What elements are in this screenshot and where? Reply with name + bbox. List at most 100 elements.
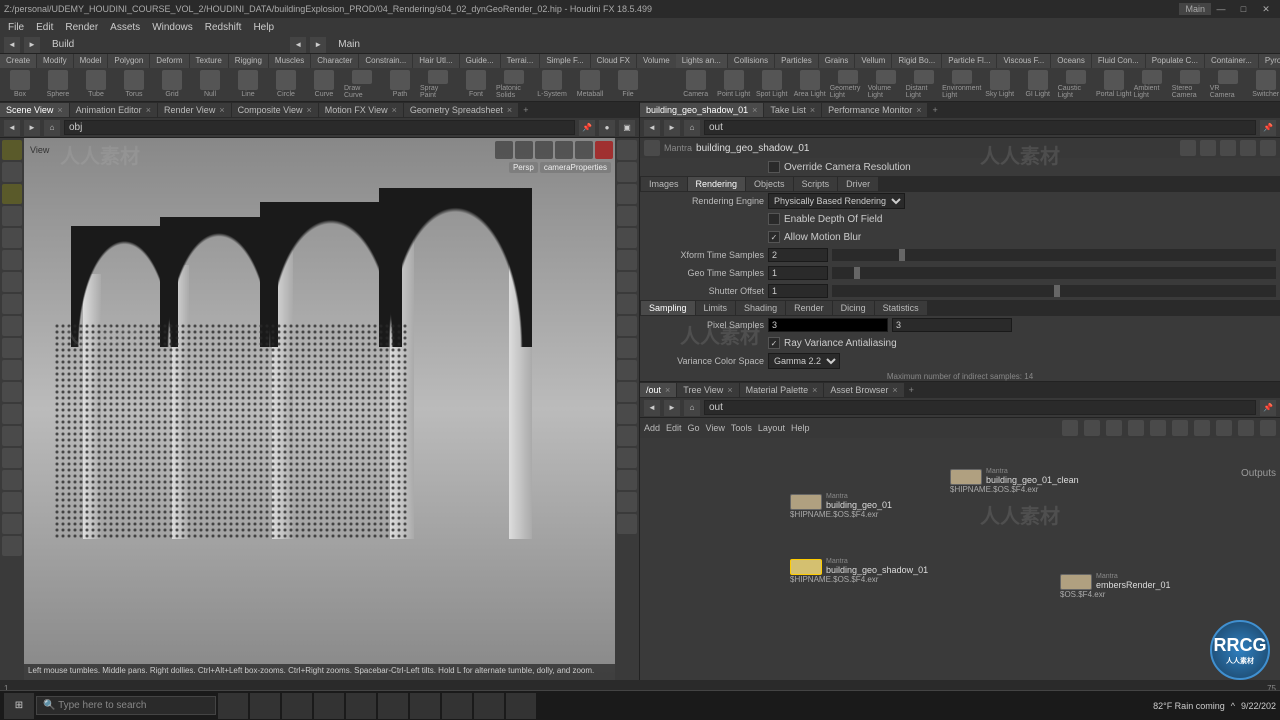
date-label[interactable]: 9/22/202 bbox=[1241, 701, 1276, 711]
display-opt17-icon[interactable] bbox=[617, 492, 637, 512]
pane-tab[interactable]: Scene View× bbox=[0, 103, 69, 117]
viewport[interactable]: View Persp cameraProperties bbox=[24, 138, 615, 680]
add-tab-icon[interactable]: + bbox=[519, 103, 532, 117]
shelf-tool[interactable]: Geometry Light bbox=[830, 70, 866, 99]
shelf-tool[interactable]: Draw Curve bbox=[344, 70, 380, 99]
shelf-tool[interactable]: Metaball bbox=[572, 70, 608, 99]
shelf-tool[interactable]: Camera bbox=[678, 70, 714, 99]
display-opt10-icon[interactable] bbox=[617, 338, 637, 358]
menu-help[interactable]: Help bbox=[249, 22, 278, 33]
select-tool-icon[interactable] bbox=[2, 140, 22, 160]
node-embers-render-01[interactable]: MantraembersRender_01 $OS.$F4.exr bbox=[1060, 573, 1171, 599]
shelf-tool[interactable]: Font bbox=[458, 70, 494, 99]
box-icon[interactable] bbox=[1216, 420, 1232, 436]
shutter-slider[interactable] bbox=[832, 285, 1276, 297]
main-label[interactable]: Main bbox=[330, 39, 368, 50]
display-opt11-icon[interactable] bbox=[617, 360, 637, 380]
grid2-icon[interactable] bbox=[1128, 420, 1144, 436]
shelf-tab[interactable]: Rigid Bo... bbox=[892, 54, 941, 68]
taskbar-app9[interactable] bbox=[474, 693, 504, 719]
taskbar-app5[interactable] bbox=[346, 693, 376, 719]
shelf-tool[interactable]: Path bbox=[382, 70, 418, 99]
taskbar-app6[interactable] bbox=[378, 693, 408, 719]
sub-tab[interactable]: Shading bbox=[736, 301, 785, 315]
shutter-input[interactable] bbox=[768, 284, 828, 298]
shelf-tool[interactable]: Curve bbox=[306, 70, 342, 99]
net-back-icon[interactable]: ◄ bbox=[644, 400, 660, 416]
pin-icon[interactable]: 📌 bbox=[579, 120, 595, 136]
wrench-icon[interactable] bbox=[1062, 420, 1078, 436]
pane-tab[interactable]: Take List× bbox=[764, 103, 821, 117]
shelf-tab[interactable]: Oceans bbox=[1051, 54, 1091, 68]
pane-tab[interactable]: Render View× bbox=[158, 103, 231, 117]
pixel-input1[interactable] bbox=[768, 318, 888, 332]
persp-badge[interactable]: Persp bbox=[509, 162, 538, 173]
shelf-tool[interactable]: Spray Paint bbox=[420, 70, 456, 99]
geo-slider[interactable] bbox=[832, 267, 1276, 279]
arrow2-icon[interactable] bbox=[515, 141, 533, 159]
record-icon[interactable] bbox=[595, 141, 613, 159]
shelf-tab[interactable]: Cloud FX bbox=[591, 54, 636, 68]
shelf-tab[interactable]: Terrai... bbox=[501, 54, 540, 68]
sub-tab[interactable]: Statistics bbox=[875, 301, 927, 315]
shelf-tab[interactable]: Grains bbox=[819, 54, 855, 68]
info-icon[interactable] bbox=[1240, 140, 1256, 156]
brush-tool-icon[interactable] bbox=[2, 184, 22, 204]
net-pin-icon[interactable]: 📌 bbox=[1260, 400, 1276, 416]
snap-curve-icon[interactable] bbox=[2, 382, 22, 402]
search2-icon[interactable] bbox=[1238, 420, 1254, 436]
snap-point-icon[interactable] bbox=[2, 360, 22, 380]
pane-tab[interactable]: Motion FX View× bbox=[319, 103, 403, 117]
shelf-tab[interactable]: Muscles bbox=[269, 54, 310, 68]
shelf-tab[interactable]: Polygon bbox=[108, 54, 149, 68]
geo-input[interactable] bbox=[768, 266, 828, 280]
view-tool-icon[interactable] bbox=[2, 448, 22, 468]
node-building-geo-01-clean[interactable]: Mantrabuilding_geo_01_clean $HIPNAME.$OS… bbox=[950, 468, 1079, 494]
pane-tab[interactable]: Material Palette× bbox=[740, 383, 824, 397]
param-home-icon[interactable]: ⌂ bbox=[684, 120, 700, 136]
pane-tab[interactable]: Animation Editor× bbox=[70, 103, 157, 117]
render-region-icon[interactable] bbox=[2, 470, 22, 490]
help-icon[interactable] bbox=[1260, 140, 1276, 156]
shelf-tool[interactable]: Torus bbox=[116, 70, 152, 99]
pane-tab[interactable]: /out× bbox=[640, 383, 676, 397]
node-name-label[interactable]: building_geo_shadow_01 bbox=[696, 143, 809, 154]
magnet-icon[interactable] bbox=[2, 426, 22, 446]
weather-widget[interactable]: 82°F Rain coming bbox=[1153, 701, 1225, 711]
camera-badge[interactable]: cameraProperties bbox=[540, 162, 611, 173]
taskbar-app1[interactable] bbox=[218, 693, 248, 719]
flipbook-icon[interactable] bbox=[2, 514, 22, 534]
shelf-tool[interactable]: Tube bbox=[78, 70, 114, 99]
display-opt5-icon[interactable] bbox=[617, 228, 637, 248]
shelf-tool[interactable]: Environment Light bbox=[944, 70, 980, 99]
display-opt3-icon[interactable] bbox=[617, 184, 637, 204]
taskbar-app3[interactable] bbox=[282, 693, 312, 719]
right-top-path-input[interactable] bbox=[704, 120, 1256, 135]
display-opt13-icon[interactable] bbox=[617, 404, 637, 424]
display-opt8-icon[interactable] bbox=[617, 294, 637, 314]
shelf-tab[interactable]: Viscous F... bbox=[997, 54, 1050, 68]
path-fwd-icon[interactable]: ► bbox=[24, 120, 40, 136]
display-opt15-icon[interactable] bbox=[617, 448, 637, 468]
net-view[interactable]: View bbox=[706, 423, 725, 433]
shelf-tool[interactable]: Box bbox=[2, 70, 38, 99]
list-icon[interactable] bbox=[1084, 420, 1100, 436]
minimize-icon[interactable]: — bbox=[1211, 4, 1231, 14]
taskbar-app2[interactable] bbox=[250, 693, 280, 719]
net-fwd-icon[interactable]: ► bbox=[664, 400, 680, 416]
menu-redshift[interactable]: Redshift bbox=[201, 22, 246, 33]
scale-tool-icon[interactable] bbox=[2, 294, 22, 314]
pixel-input2[interactable] bbox=[892, 318, 1012, 332]
display-opt16-icon[interactable] bbox=[617, 470, 637, 490]
menu-assets[interactable]: Assets bbox=[106, 22, 144, 33]
nav-back2-icon[interactable]: ◄ bbox=[290, 37, 306, 53]
shelf-tab[interactable]: Character bbox=[311, 54, 358, 68]
pane-tab[interactable]: building_geo_shadow_01× bbox=[640, 103, 763, 117]
left-path-input[interactable] bbox=[64, 120, 575, 135]
shelf-tab[interactable]: Model bbox=[74, 54, 108, 68]
display-opt2-icon[interactable] bbox=[617, 162, 637, 182]
shelf-tab[interactable]: Modify bbox=[37, 54, 73, 68]
pane-tab[interactable]: Composite View× bbox=[232, 103, 318, 117]
nav-back-icon[interactable]: ◄ bbox=[4, 37, 20, 53]
display-opt9-icon[interactable] bbox=[617, 316, 637, 336]
